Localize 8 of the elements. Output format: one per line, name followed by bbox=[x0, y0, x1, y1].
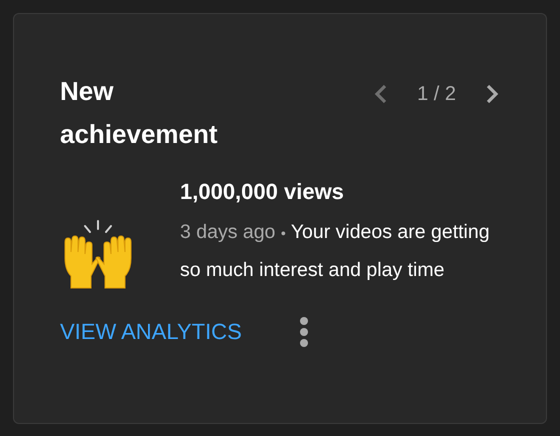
chevron-right-icon bbox=[485, 82, 499, 104]
card-title: New achievement bbox=[60, 75, 219, 151]
more-vert-icon bbox=[298, 316, 309, 348]
chevron-left-icon bbox=[374, 82, 388, 104]
page-counter: 1 / 2 bbox=[417, 82, 456, 106]
achievement-title: 1,000,000 views bbox=[180, 178, 345, 206]
view-analytics-button[interactable]: VIEW ANALYTICS bbox=[60, 317, 242, 347]
achievement-description: 3 days ago • Your videos are getting so much interest and play time bbox=[180, 220, 491, 283]
